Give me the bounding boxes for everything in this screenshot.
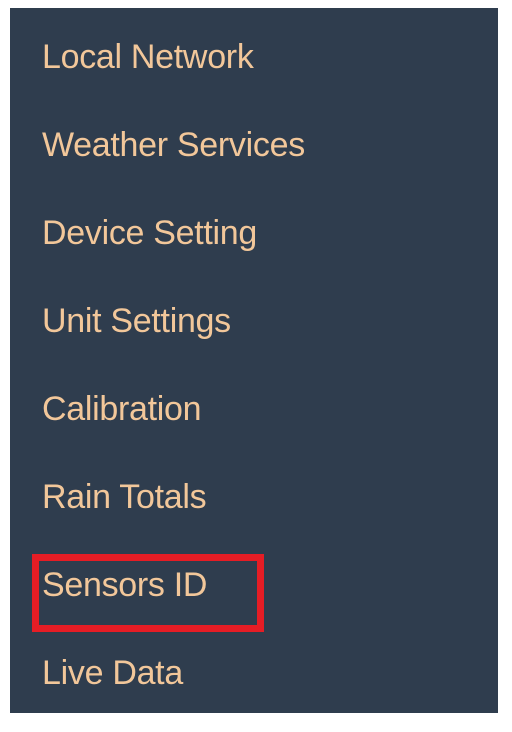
menu-item-live-data[interactable]: Live Data (42, 644, 183, 702)
menu-item-device-setting[interactable]: Device Setting (42, 204, 257, 262)
menu-item-rain-totals[interactable]: Rain Totals (42, 468, 207, 526)
menu-item-unit-settings[interactable]: Unit Settings (42, 292, 231, 350)
menu-item-sensors-id[interactable]: Sensors ID (42, 556, 207, 614)
menu-item-local-network[interactable]: Local Network (42, 28, 254, 86)
menu-item-calibration[interactable]: Calibration (42, 380, 202, 438)
settings-menu: Local Network Weather Services Device Se… (10, 8, 498, 713)
menu-item-weather-services[interactable]: Weather Services (42, 116, 305, 174)
